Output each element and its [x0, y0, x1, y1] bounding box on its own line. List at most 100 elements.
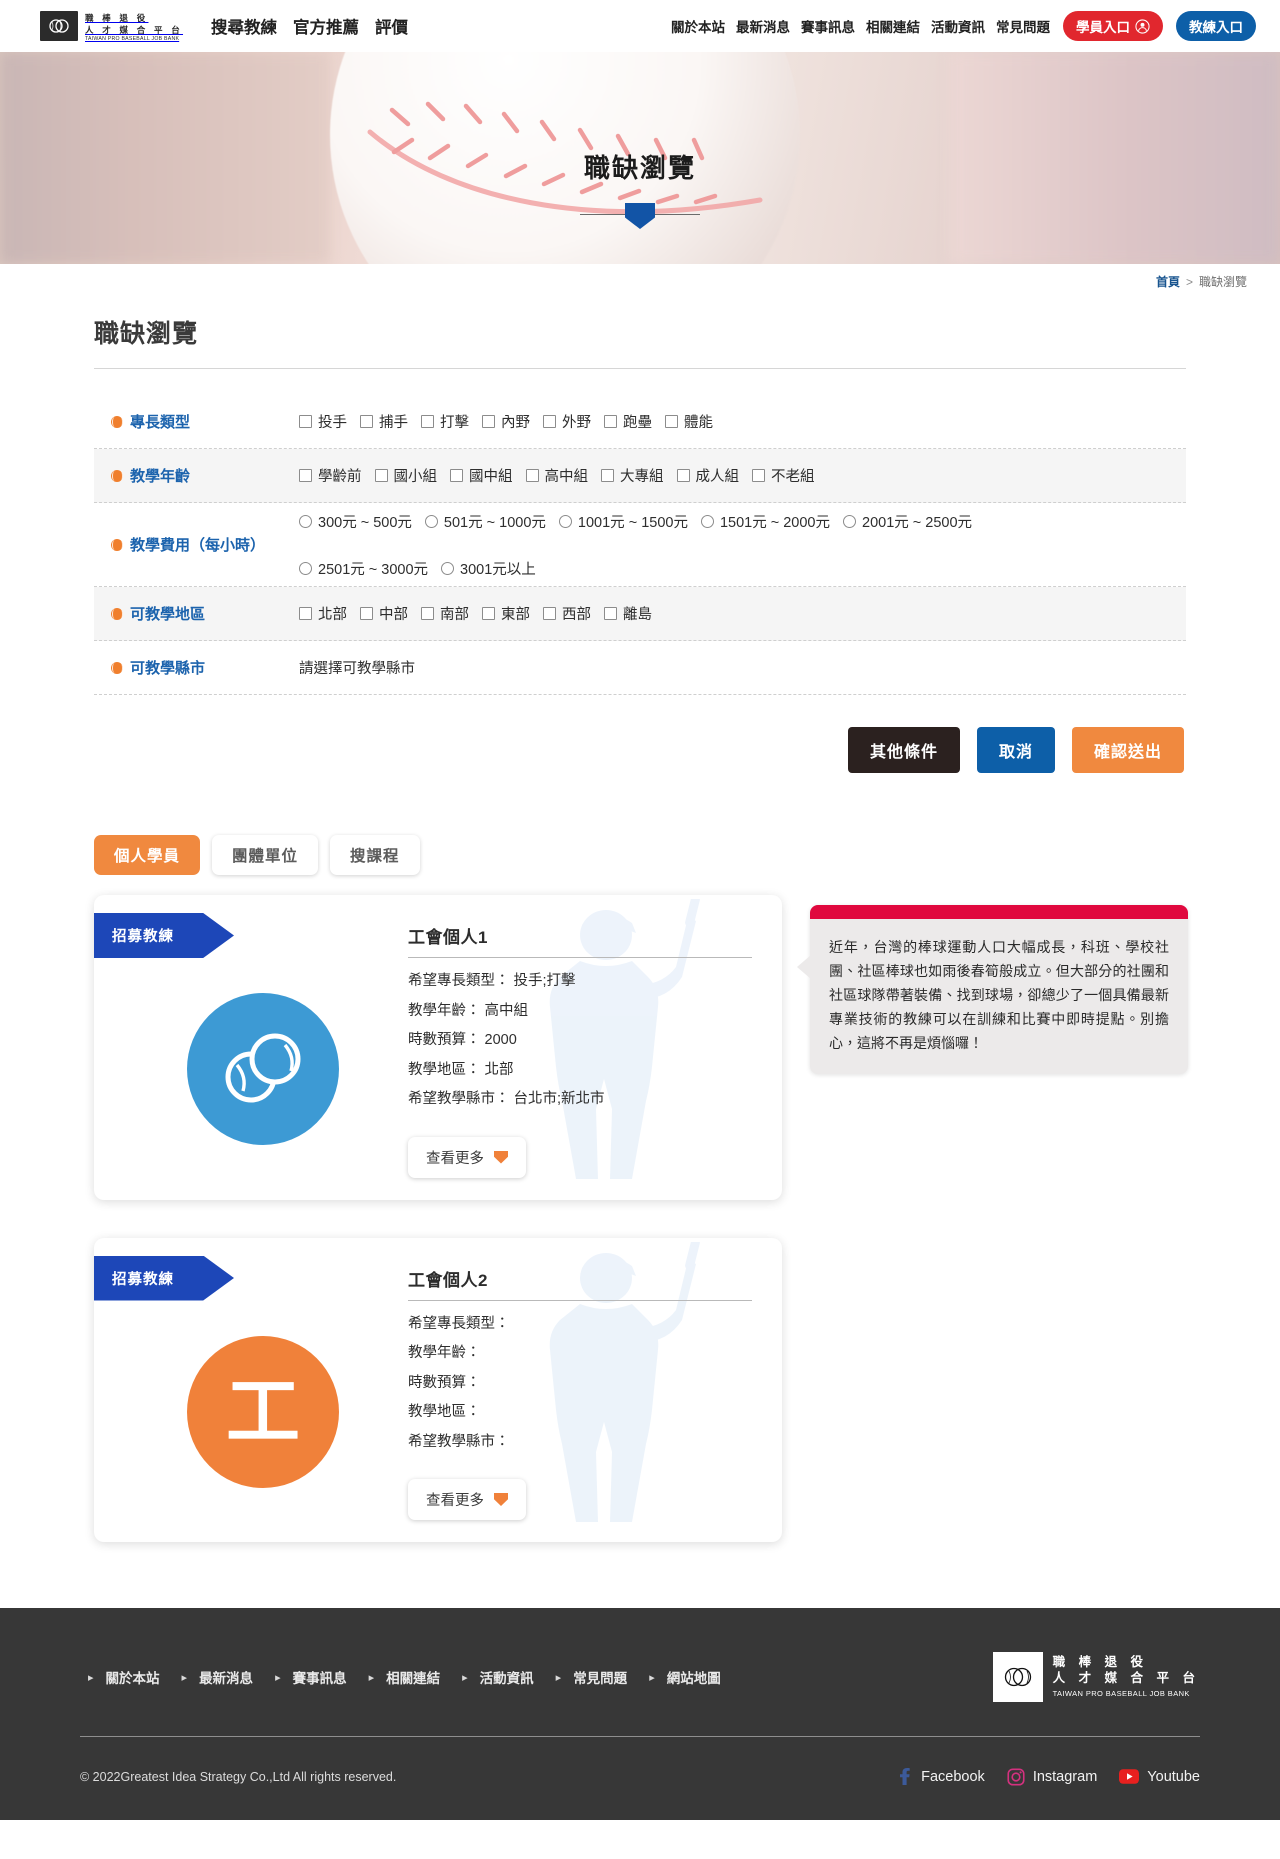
checkbox-icon[interactable] — [482, 607, 495, 620]
hero-divider-decoration — [580, 203, 700, 229]
checkbox-option[interactable]: 國中組 — [450, 465, 513, 486]
footer-link-about[interactable]: ▸ 關於本站 — [88, 1667, 160, 1687]
checkbox-icon[interactable] — [525, 469, 539, 482]
checkbox-option[interactable]: 不老組 — [752, 465, 815, 486]
radio-icon[interactable] — [424, 514, 438, 528]
checkbox-option[interactable]: 高中組 — [525, 465, 588, 486]
checkbox-icon[interactable] — [360, 415, 373, 428]
footer-link-faq[interactable]: ▸ 常見問題 — [556, 1667, 628, 1687]
radio-option[interactable]: 300元 ~ 500元 — [299, 511, 412, 532]
checkbox-icon[interactable] — [601, 469, 614, 482]
checkbox-option[interactable]: 投手 — [299, 411, 347, 432]
checkbox-option[interactable]: 內野 — [482, 411, 530, 432]
checkbox-option[interactable]: 西部 — [543, 603, 591, 624]
cancel-button[interactable]: 取消 — [976, 727, 1055, 773]
nav-links[interactable]: 相關連結 — [866, 16, 920, 36]
checkbox-icon[interactable] — [543, 415, 556, 428]
hero-banner: 職缺瀏覽 — [0, 52, 1280, 264]
footer-link-events[interactable]: ▸ 賽事訊息 — [275, 1667, 347, 1687]
view-more-button[interactable]: 查看更多 — [408, 1479, 526, 1520]
nav-faq[interactable]: 常見問題 — [996, 16, 1050, 36]
checkbox-option[interactable]: 東部 — [482, 603, 530, 624]
nav-search-coach[interactable]: 搜尋教練 — [211, 14, 277, 38]
radio-icon[interactable] — [700, 514, 714, 528]
radio-icon[interactable] — [558, 514, 572, 528]
radio-icon[interactable] — [299, 561, 312, 575]
breadcrumb-home[interactable]: 首頁 — [1156, 273, 1180, 290]
checkbox-option[interactable]: 外野 — [543, 411, 591, 432]
footer-link-activities[interactable]: ▸ 活動資訊 — [462, 1667, 534, 1687]
student-portal-button[interactable]: 學員入口 — [1063, 11, 1163, 41]
checkbox-option[interactable]: 跑壘 — [604, 411, 652, 432]
checkbox-icon[interactable] — [421, 415, 434, 428]
home-plate-icon — [494, 1150, 508, 1164]
footer-nav: ▸ 關於本站 ▸ 最新消息 ▸ 賽事訊息 ▸ 相關連結 ▸ 活動資訊 ▸ 常見問題 ▸ 網站地… — [80, 1667, 993, 1687]
checkbox-icon[interactable] — [604, 415, 617, 428]
checkbox-option[interactable]: 體能 — [665, 411, 713, 432]
nav-news[interactable]: 最新消息 — [736, 16, 790, 36]
table-row[interactable]: 招募教練 工會個人1 希望專長類型： 投手;打擊 教學年齡： 高中組 時數預算：… — [94, 895, 782, 1200]
view-more-button[interactable]: 查看更多 — [408, 1136, 526, 1178]
radio-option[interactable]: 3001元以上 — [441, 558, 536, 579]
youtube-link[interactable]: Youtube — [1119, 1769, 1200, 1785]
tab-search-course[interactable]: 搜課程 — [330, 835, 420, 875]
tab-group-unit[interactable]: 團體單位 — [212, 835, 319, 875]
nav-events[interactable]: 賽事訊息 — [801, 16, 855, 36]
radio-option[interactable]: 2001元 ~ 2500元 — [843, 511, 972, 532]
checkbox-option[interactable]: 捕手 — [360, 411, 408, 432]
field-age-value: 高中組 — [484, 1002, 529, 1019]
nav-official-recommend[interactable]: 官方推薦 — [293, 14, 359, 38]
facebook-link[interactable]: Facebook — [896, 1767, 985, 1786]
social-links: Facebook Instagram Youtube — [896, 1767, 1200, 1786]
radio-option[interactable]: 1001元 ~ 1500元 — [558, 511, 688, 532]
checkbox-icon[interactable] — [482, 415, 495, 428]
checkbox-icon[interactable] — [374, 469, 388, 482]
field-budget: 時數預算： — [408, 1374, 481, 1391]
checkbox-icon[interactable] — [752, 469, 765, 482]
filter-label-text: 可教學縣市 — [130, 660, 206, 677]
checkbox-icon[interactable] — [299, 607, 312, 620]
view-more-label: 查看更多 — [426, 1493, 484, 1509]
checkbox-option[interactable]: 打擊 — [421, 411, 469, 432]
radio-icon[interactable] — [299, 514, 312, 528]
checkbox-option[interactable]: 北部 — [299, 603, 347, 624]
checkbox-option[interactable]: 學齡前 — [299, 465, 362, 486]
table-row[interactable]: 招募教練 工 工會個人2 希望專長類型： 教學年齡： 時數預算： 教學地區： 希… — [94, 1237, 782, 1542]
radio-option[interactable]: 1501元 ~ 2000元 — [700, 511, 830, 532]
radio-icon[interactable] — [441, 561, 455, 575]
coach-portal-button[interactable]: 教練入口 — [1176, 11, 1256, 41]
footer-link-news[interactable]: ▸ 最新消息 — [182, 1667, 254, 1687]
site-logo[interactable]: 職 棒 退 役 人 才 媒 合 平 台 TAIWAN PRO BASEBALL … — [40, 9, 183, 42]
checkbox-icon[interactable] — [299, 469, 312, 482]
checkbox-option[interactable]: 大專組 — [601, 465, 664, 486]
filter-label-text: 可教學地區 — [130, 606, 206, 623]
checkbox-option[interactable]: 成人組 — [676, 465, 739, 486]
checkbox-option[interactable]: 南部 — [421, 603, 469, 624]
tab-individual-student[interactable]: 個人學員 — [94, 835, 201, 875]
checkbox-icon[interactable] — [360, 607, 373, 620]
footer-link-links[interactable]: ▸ 相關連結 — [369, 1667, 441, 1687]
submit-button[interactable]: 確認送出 — [1071, 727, 1184, 773]
checkbox-icon[interactable] — [676, 469, 690, 482]
checkbox-icon[interactable] — [450, 469, 463, 482]
bubble-accent-bar — [810, 905, 1188, 919]
radio-option[interactable]: 2501元 ~ 3000元 — [299, 558, 428, 579]
checkbox-option[interactable]: 離島 — [604, 603, 652, 624]
checkbox-icon[interactable] — [299, 415, 312, 428]
nav-activities[interactable]: 活動資訊 — [931, 16, 985, 36]
filter-row-age: 教學年齡 學齡前 國小組 國中組 高中組 大專組 成人組 不老組 — [94, 449, 1186, 503]
other-conditions-button[interactable]: 其他條件 — [847, 727, 960, 773]
checkbox-option[interactable]: 中部 — [360, 603, 408, 624]
radio-option[interactable]: 501元 ~ 1000元 — [424, 511, 546, 532]
checkbox-icon[interactable] — [604, 607, 617, 620]
nav-about[interactable]: 關於本站 — [671, 16, 725, 36]
checkbox-option[interactable]: 國小組 — [374, 465, 437, 486]
nav-reviews[interactable]: 評價 — [375, 14, 408, 38]
city-select-placeholder[interactable]: 請選擇可教學縣市 — [299, 657, 415, 678]
checkbox-icon[interactable] — [543, 607, 556, 620]
checkbox-icon[interactable] — [421, 607, 434, 620]
radio-icon[interactable] — [843, 514, 856, 528]
footer-link-sitemap[interactable]: ▸ 網站地圖 — [649, 1667, 721, 1687]
instagram-link[interactable]: Instagram — [1007, 1767, 1097, 1786]
checkbox-icon[interactable] — [665, 415, 678, 428]
